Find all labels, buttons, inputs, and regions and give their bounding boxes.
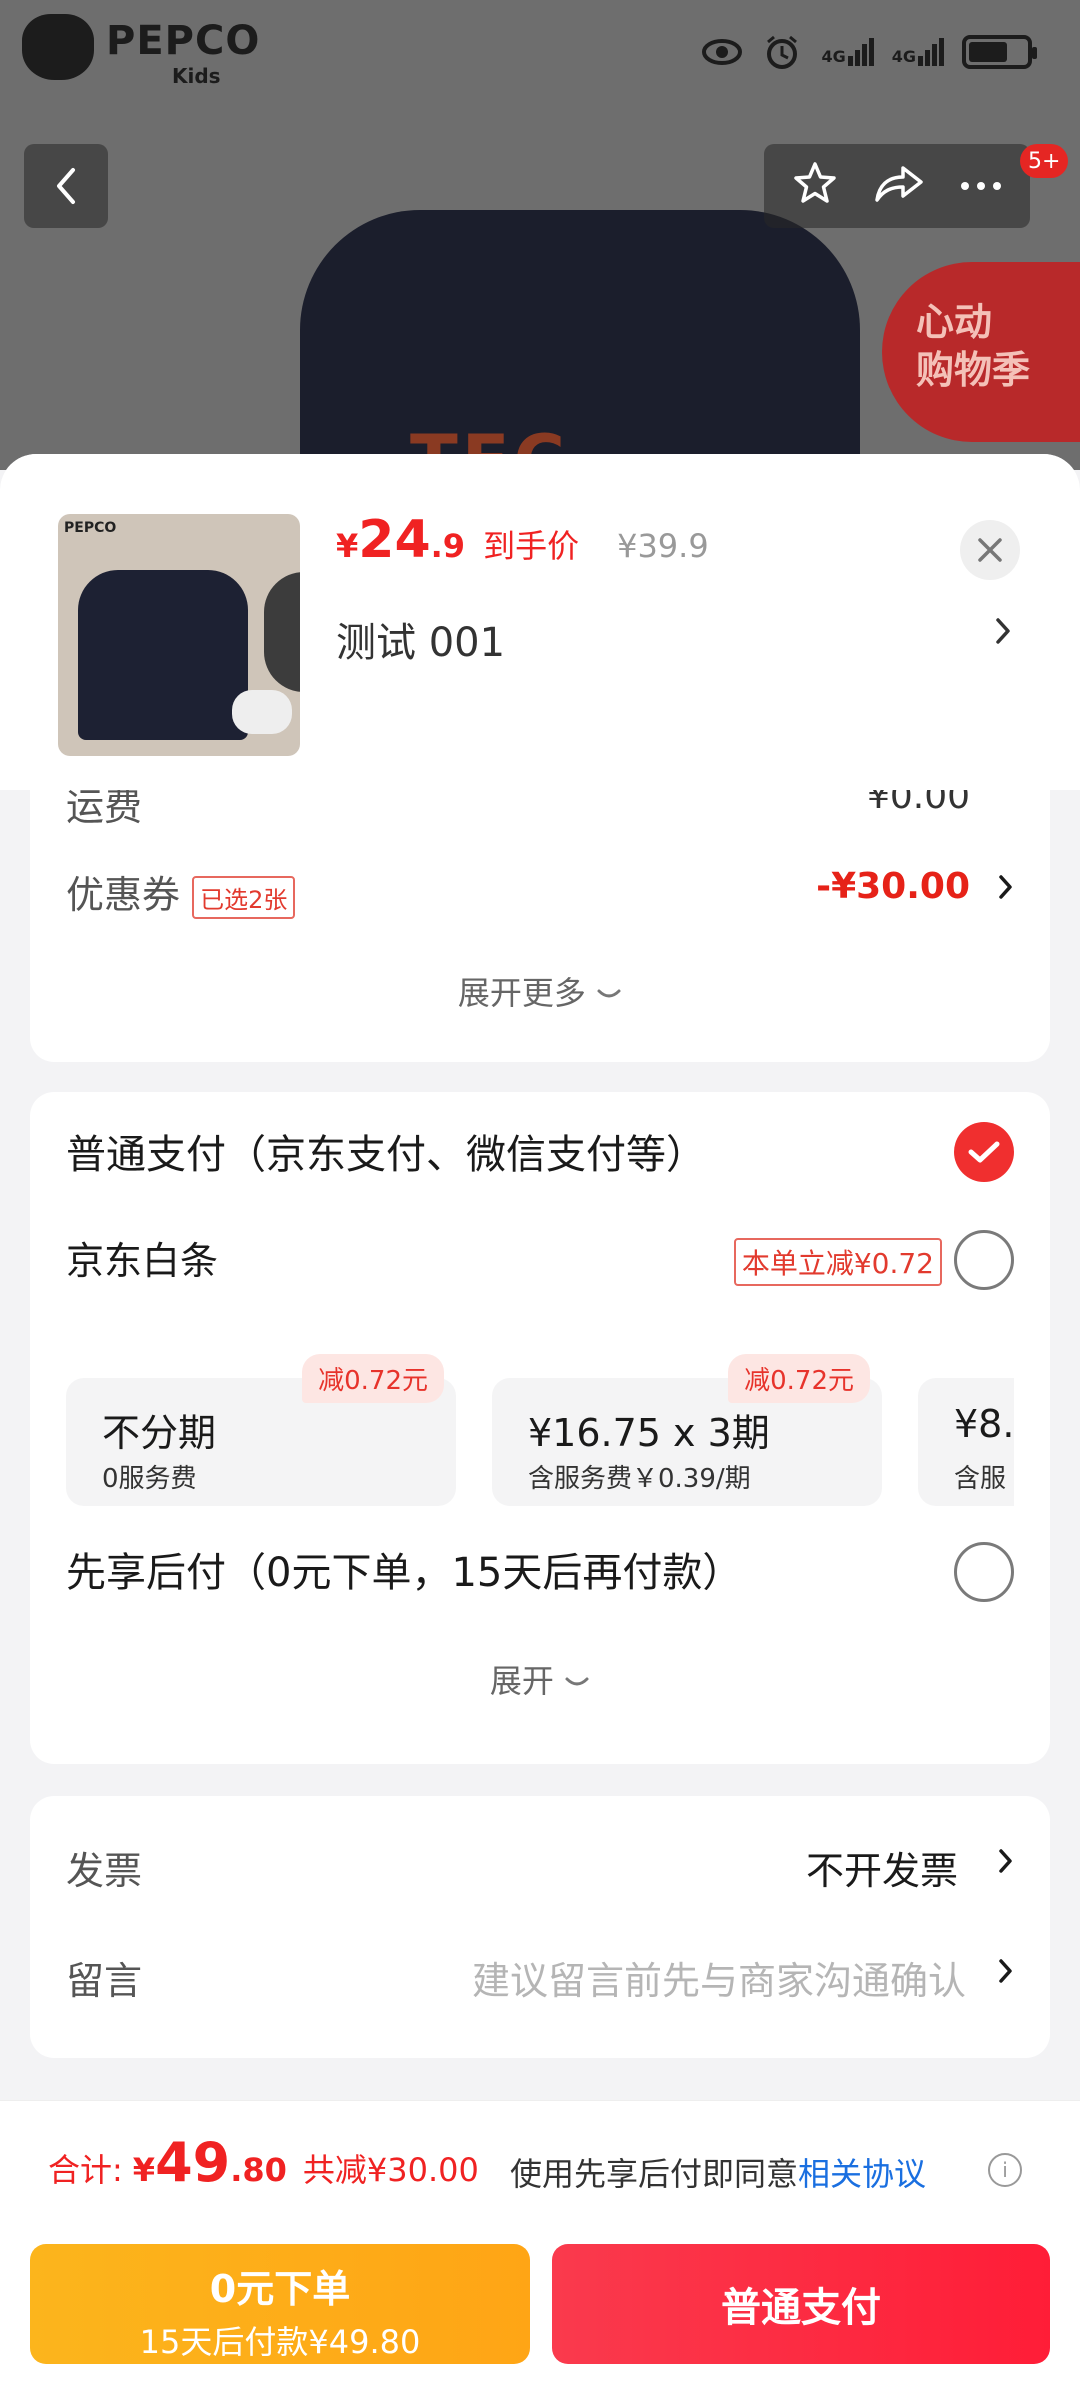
chevron-left-icon [57,168,75,204]
coupon-label[interactable]: 优惠券 已选2张 [66,864,296,919]
plan-fee: 含服 [954,1464,1007,1494]
total-saved: 共减¥30.00 [302,2151,479,2189]
total-integer: 49 [155,2131,231,2194]
total-decimal: .80 [230,2151,287,2189]
chevron-right-icon [994,614,1012,652]
normal-payment-label[interactable]: 普通支付（京东支付、微信支付等） [66,1122,706,1180]
bnpl-button-subtitle: 15天后付款¥49.80 [139,2323,421,2361]
status-bar-icons: 4G 4G [701,34,1037,70]
message-input[interactable]: 建议留言前先与商家沟通确认 [472,1950,966,2005]
promo-line-2: 购物季 [916,348,1031,392]
plan-fee: 含服务费￥0.39/期 [528,1464,751,1494]
product-header: PEPCO ¥ 24 .9 到手价 ¥39.9 测试 001 [0,454,1080,790]
normal-pay-button[interactable]: 普通支付 [552,2244,1050,2364]
product-image [300,210,860,470]
share-icon[interactable] [873,162,925,210]
normal-payment-radio[interactable] [954,1122,1014,1182]
agreement-link[interactable]: 相关协议 [798,2155,926,2193]
bnpl-radio[interactable] [954,1542,1014,1602]
price-integer: 24 [358,510,431,570]
chevron-right-icon [998,1956,1014,1986]
invoice-label: 发票 [66,1849,143,1893]
brand-name: PEPCO [106,18,261,64]
baitiao-discount-tag: 本单立减¥0.72 [733,1238,942,1286]
action-bar: 0元下单 15天后付款¥49.80 普通支付 [0,2230,1080,2400]
chevron-down-icon [565,1677,589,1686]
coupon-label-text: 优惠券 [66,873,181,917]
installment-plans: 减0.72元 不分期 0服务费 减0.72元 ¥16.75 x 3期 含服务费￥… [66,1354,1014,1506]
total-currency: ¥ [132,2151,156,2189]
order-summary-card: 运费 ¥0.00 优惠券 已选2张 -¥30.00 展开更多 [30,754,1050,1062]
signal-icon: 4G [821,38,874,66]
total-label: 合计: [48,2151,123,2189]
plan-option[interactable]: ¥8. 含服 [918,1378,1014,1506]
close-button[interactable] [960,520,1020,580]
plan-option[interactable]: 减0.72元 不分期 0服务费 [66,1354,456,1506]
plan-discount-badge: 减0.72元 [302,1354,444,1403]
variant-selector[interactable]: 测试 001 [336,610,505,668]
brand-logo: PEPCO Kids [22,14,272,88]
thumbnail-logo: PEPCO [64,520,117,536]
chevron-right-icon [998,872,1014,902]
pig-logo-icon [22,14,94,80]
thumbnail-shirt [78,570,248,740]
plan-title: ¥16.75 x 3期 [528,1411,770,1455]
expand-more-button[interactable]: 展开更多 [30,968,1050,1014]
alarm-icon [761,34,803,70]
plan-fee: 0服务费 [102,1464,197,1494]
price-decimal: .9 [430,527,466,565]
invoice-value[interactable]: 不开发票 [806,1840,958,1895]
promo-badge[interactable]: 心动 购物季 [882,262,1080,442]
product-thumbnail[interactable]: PEPCO [58,514,300,756]
baitiao-label[interactable]: 京东白条 [66,1230,218,1285]
message-count-badge: 5+ [1020,144,1069,178]
signal-icon-2: 4G [892,38,944,66]
plan-option[interactable]: 减0.72元 ¥16.75 x 3期 含服务费￥0.39/期 [492,1354,882,1506]
info-icon[interactable]: i [988,2153,1022,2187]
thumbnail-shoe [232,690,292,734]
total-bar: 合计: ¥ 49 .80 共减¥30.00 使用先享后付即同意相关协议 i [0,2100,1080,2230]
expand-more-label: 展开更多 [457,974,586,1012]
price-currency: ¥ [336,527,359,565]
payment-method-card: 普通支付（京东支付、微信支付等） 京东白条 本单立减¥0.72 减0.72元 不… [30,1092,1050,1764]
bnpl-label[interactable]: 先享后付（0元下单，15天后再付款） [66,1540,742,1598]
chevron-down-icon [597,989,621,998]
order-total: 合计: ¥ 49 .80 共减¥30.00 [48,2131,479,2194]
price-tag: 到手价 [483,527,580,565]
promo-line-1: 心动 [916,300,993,344]
eye-icon [701,34,743,70]
plan-title: ¥8. [954,1402,1014,1446]
more-icon[interactable] [959,177,1003,196]
chevron-right-icon [998,1846,1014,1876]
baitiao-radio[interactable] [954,1230,1014,1290]
agreement-prefix: 使用先享后付即同意 [510,2155,799,2193]
product-price: ¥ 24 .9 到手价 ¥39.9 [336,510,709,570]
expand-button[interactable]: 展开 [30,1656,1050,1702]
product-page-background: TEC PEPCO Kids 4G 4G 5+ 心动 购物季 [0,0,1080,470]
bnpl-button-title: 0元下单 [209,2267,351,2311]
expand-label: 展开 [489,1662,554,1700]
favorite-star-icon[interactable] [791,160,839,212]
plan-title: 不分期 [102,1411,217,1455]
brand-sub: Kids [172,64,221,88]
plan-discount-badge: 减0.72元 [728,1354,870,1403]
back-button[interactable] [24,144,108,228]
coupon-value[interactable]: -¥30.00 [816,866,970,907]
bnpl-order-button[interactable]: 0元下单 15天后付款¥49.80 [30,2244,530,2364]
top-action-group [764,144,1030,228]
message-label: 留言 [66,1959,143,2003]
thumbnail-cap [264,572,300,692]
original-price: ¥39.9 [617,527,709,565]
close-icon [978,538,1002,562]
coupon-selected-tag: 已选2张 [192,876,296,919]
agreement-text: 使用先享后付即同意相关协议 [510,2149,926,2195]
baitiao-discount-text: 本单立减¥0.72 [733,1238,942,1286]
extras-card: 发票 不开发票 留言 建议留言前先与商家沟通确认 [30,1796,1050,2058]
battery-icon [962,35,1037,69]
check-icon [968,1141,1000,1163]
